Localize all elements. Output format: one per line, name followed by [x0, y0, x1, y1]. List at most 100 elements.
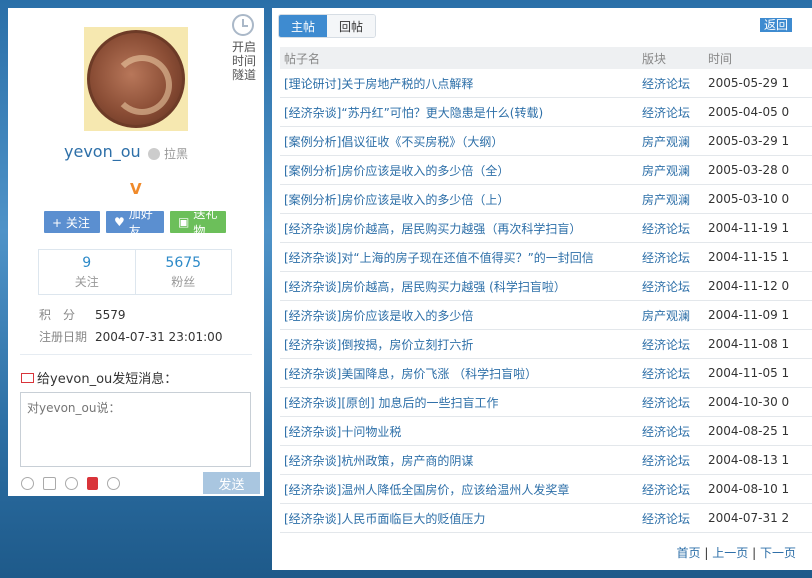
username: yevon_ou: [64, 142, 141, 161]
post-title-link[interactable]: [经济杂谈]房价越高，居民购买力越强 (科学扫盲啦）: [280, 278, 638, 295]
tab-main-posts[interactable]: 主帖: [279, 15, 328, 37]
post-board-link[interactable]: 经济论坛: [638, 104, 702, 121]
header-board: 版块: [642, 51, 667, 66]
post-board-link[interactable]: 经济论坛: [638, 249, 702, 266]
post-time: 2005-03-29 1: [708, 134, 790, 148]
table-row: [经济杂谈]房价越高，居民购买力越强 (科学扫盲啦） 经济论坛 2004-11-12…: [280, 272, 812, 301]
red-packet-icon[interactable]: [87, 477, 98, 490]
avatar[interactable]: [84, 27, 188, 131]
back-button[interactable]: 返回: [759, 18, 792, 32]
post-time: 2004-11-09 1: [708, 308, 790, 322]
post-time: 2005-03-10 0: [708, 192, 790, 206]
tab-replies[interactable]: 回帖: [327, 15, 376, 37]
post-time: 2004-11-19 1: [708, 221, 790, 235]
post-title-link[interactable]: [案例分析]倡议征收《不买房税》（大纲）: [280, 133, 638, 150]
post-board-link[interactable]: 经济论坛: [638, 423, 702, 440]
header-time: 时间: [708, 51, 733, 66]
post-title-link[interactable]: [经济杂谈][原创] 加息后的一些扫盲工作: [280, 394, 638, 411]
post-time: 2004-11-15 1: [708, 250, 790, 264]
post-time: 2004-08-13 1: [708, 453, 790, 467]
post-board-link[interactable]: 经济论坛: [638, 75, 702, 92]
post-title-link[interactable]: [经济杂谈]杭州政策，房产商的阴谋: [280, 452, 638, 469]
next-page-link[interactable]: 下一页: [760, 546, 796, 560]
post-title-link[interactable]: [经济杂谈]房价应该是收入的多少倍: [280, 307, 638, 324]
followers-stat[interactable]: 5675 粉丝: [134, 250, 232, 294]
post-board-link[interactable]: 经济论坛: [638, 278, 702, 295]
post-board-link[interactable]: 房产观澜: [638, 133, 702, 150]
post-title-link[interactable]: [经济杂谈]十问物业税: [280, 423, 638, 440]
camera-icon[interactable]: [43, 477, 56, 490]
post-board-link[interactable]: 房产观澜: [638, 191, 702, 208]
stats-box: 9 关注 5675 粉丝: [38, 249, 232, 295]
table-row: [经济杂谈]“苏丹红”可怕？更大隐患是什么(转载) 经济论坛 2005-04-05 …: [280, 98, 812, 127]
emoji-icon[interactable]: [21, 477, 34, 490]
post-tabs: 主帖 回帖: [278, 14, 377, 38]
points-label: 积 分: [39, 308, 76, 322]
post-time: 2004-08-10 1: [708, 482, 790, 496]
header-title: 帖子名: [284, 51, 321, 66]
post-title-link[interactable]: [理论研讨]关于房地产税的八点解释: [280, 75, 638, 92]
post-board-link[interactable]: 经济论坛: [638, 336, 702, 353]
divider: [20, 354, 252, 355]
post-board-link[interactable]: 经济论坛: [638, 220, 702, 237]
table-row: [经济杂谈]美国降息，房价飞涨 （科学扫盲啦） 经济论坛 2004-11-05 1: [280, 359, 812, 388]
mail-icon: [21, 372, 34, 383]
blacklist-label: 拉黑: [164, 147, 189, 161]
clock-small-icon[interactable]: [65, 477, 78, 490]
table-row: [经济杂谈]人民币面临巨大的贬值压力 经济论坛 2004-07-31 2: [280, 504, 812, 533]
post-time: 2005-04-05 0: [708, 105, 790, 119]
prev-page-link[interactable]: 上一页: [712, 546, 748, 560]
post-board-link[interactable]: 经济论坛: [638, 452, 702, 469]
post-title-link[interactable]: [经济杂谈]房价越高，居民购买力越强（再次科学扫盲）: [280, 220, 638, 237]
post-board-link[interactable]: 房产观澜: [638, 307, 702, 324]
clock-icon[interactable]: [232, 14, 254, 36]
table-row: [案例分析]房价应该是收入的多少倍（上） 房产观澜 2005-03-10 0: [280, 185, 812, 214]
blacklist-button[interactable]: 拉黑: [148, 145, 188, 162]
first-page-link[interactable]: 首页: [677, 546, 701, 560]
post-board-link[interactable]: 房产观澜: [638, 162, 702, 179]
post-time: 2004-11-12 0: [708, 279, 790, 293]
send-button[interactable]: 发送: [203, 472, 260, 494]
heart-icon: ♥: [114, 215, 125, 229]
post-title-link[interactable]: [案例分析]房价应该是收入的多少倍（上）: [280, 191, 638, 208]
table-row: [经济杂谈]温州人降低全国房价，应该给温州人发奖章 经济论坛 2004-08-10 …: [280, 475, 812, 504]
post-title-link[interactable]: [经济杂谈]美国降息，房价飞涨 （科学扫盲啦）: [280, 365, 638, 382]
pager: 首页 | 上一页 | 下一页: [676, 546, 796, 560]
reg-date-value: 2004-07-31 23:01:00: [95, 330, 223, 344]
gift-icon: ▣: [178, 215, 190, 229]
table-row: [经济杂谈]杭州政策，房产商的阴谋 经济论坛 2004-08-13 1: [280, 446, 812, 475]
profile-info: 积 分 5579 注册日期 2004-07-31 23:01:00: [39, 304, 222, 348]
post-list: [理论研讨]关于房地产税的八点解释 经济论坛 2005-05-29 1 [经济杂谈]“…: [280, 69, 812, 533]
table-header: 帖子名 版块 时间: [280, 47, 812, 69]
add-friend-button[interactable]: ♥ 加好友: [106, 207, 164, 238]
post-title-link[interactable]: [经济杂谈]倒按揭，房价立刻打六折: [280, 336, 638, 353]
message-title: 给yevon_ou发短消息：: [21, 368, 177, 387]
post-time: 2004-11-05 1: [708, 366, 790, 380]
gift-small-icon[interactable]: [107, 477, 120, 490]
post-time: 2004-07-31 2: [708, 511, 790, 525]
post-board-link[interactable]: 经济论坛: [638, 481, 702, 498]
post-board-link[interactable]: 经济论坛: [638, 394, 702, 411]
vip-badge: V: [130, 180, 142, 198]
follow-button[interactable]: + 关注: [44, 211, 100, 233]
table-row: [经济杂谈]倒按揭，房价立刻打六折 经济论坛 2004-11-08 1: [280, 330, 812, 359]
table-row: [案例分析]倡议征收《不买房税》（大纲） 房产观澜 2005-03-29 1: [280, 127, 812, 156]
following-stat[interactable]: 9 关注: [39, 250, 135, 294]
message-input[interactable]: [20, 392, 251, 467]
timeline-toggle[interactable]: 开启时间隧道: [230, 40, 258, 82]
post-time: 2004-10-30 0: [708, 395, 790, 409]
table-row: [案例分析]房价应该是收入的多少倍（全） 房产观澜 2005-03-28 0: [280, 156, 812, 185]
send-gift-button[interactable]: ▣ 送礼物: [170, 207, 226, 238]
post-title-link[interactable]: [经济杂谈]温州人降低全国房价，应该给温州人发奖章: [280, 481, 638, 498]
post-title-link[interactable]: [经济杂谈]对“上海的房子现在还值不值得买？”的一封回信: [280, 249, 638, 266]
post-time: 2004-08-25 1: [708, 424, 790, 438]
post-time: 2004-11-08 1: [708, 337, 790, 351]
table-row: [经济杂谈]十问物业税 经济论坛 2004-08-25 1: [280, 417, 812, 446]
post-title-link[interactable]: [案例分析]房价应该是收入的多少倍（全）: [280, 162, 638, 179]
post-board-link[interactable]: 经济论坛: [638, 510, 702, 527]
reg-date-label: 注册日期: [39, 330, 88, 344]
post-title-link[interactable]: [经济杂谈]人民币面临巨大的贬值压力: [280, 510, 638, 527]
post-title-link[interactable]: [经济杂谈]“苏丹红”可怕？更大隐患是什么(转载): [280, 104, 638, 121]
table-row: [理论研讨]关于房地产税的八点解释 经济论坛 2005-05-29 1: [280, 69, 812, 98]
post-board-link[interactable]: 经济论坛: [638, 365, 702, 382]
